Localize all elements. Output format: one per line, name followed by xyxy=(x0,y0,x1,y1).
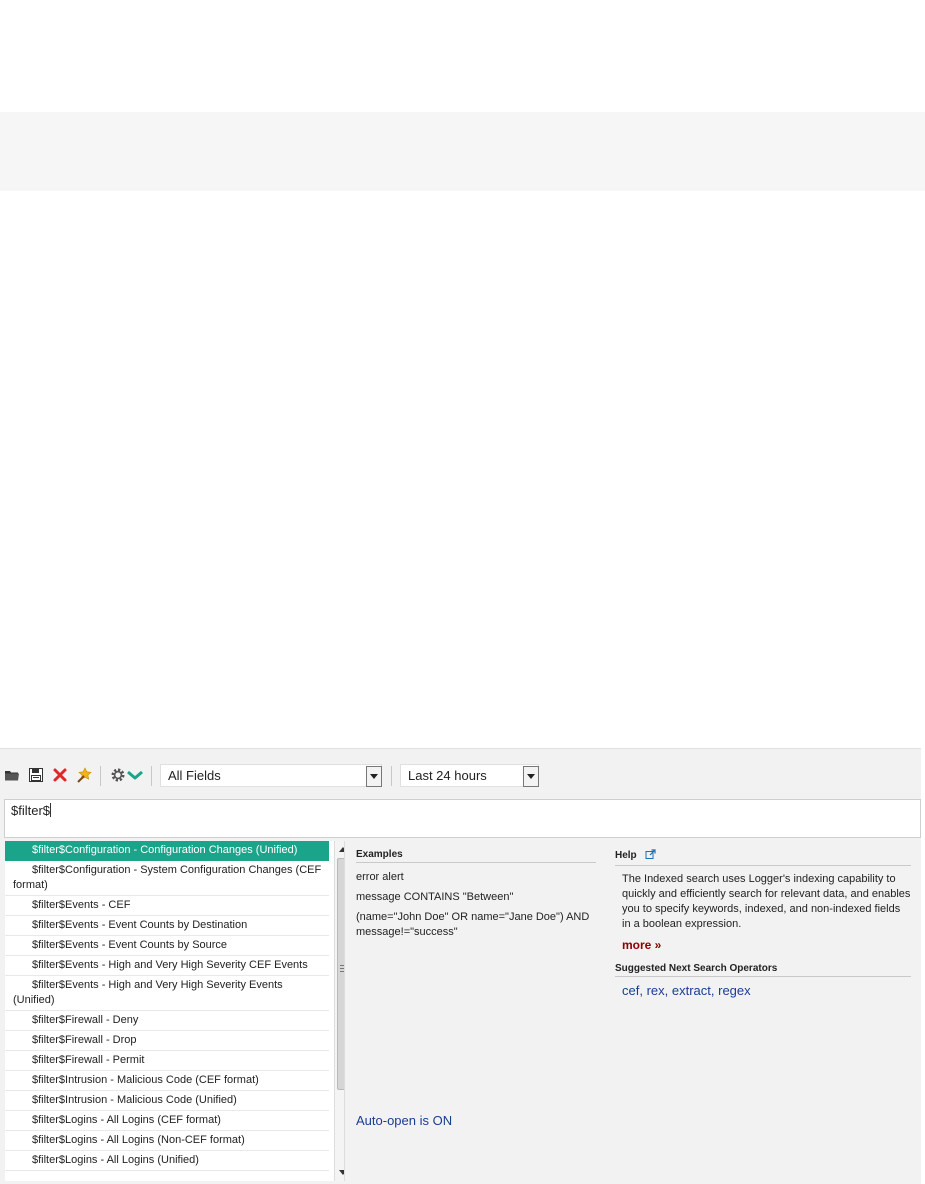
filter-list-item[interactable]: $filter$Events - High and Very High Seve… xyxy=(5,956,329,976)
scrollbar-thumb[interactable] xyxy=(337,858,344,1090)
field-select-arrow-icon[interactable] xyxy=(366,766,382,787)
filter-list-item[interactable]: $filter$Logins - All Logins (Unified) xyxy=(5,1151,329,1171)
filter-list-item[interactable]: $filter$Configuration - Configuration Ch… xyxy=(5,841,329,861)
scroll-up-icon[interactable] xyxy=(339,847,344,852)
filter-list-item[interactable]: $filter$Configuration - System Configura… xyxy=(5,861,329,896)
filter-list-item[interactable]: $filter$Firewall - Deny xyxy=(5,1011,329,1031)
search-panel: All Fields Last 24 hours $filter$ $filte… xyxy=(0,748,921,1184)
example-line: error alert xyxy=(356,871,404,883)
operator-link-extract[interactable]: extract xyxy=(672,983,711,998)
operator-link-cef[interactable]: cef xyxy=(622,983,639,998)
magic-wand-icon[interactable] xyxy=(76,767,94,783)
help-title-text: Help xyxy=(615,850,637,861)
help-description: The Indexed search uses Logger's indexin… xyxy=(622,873,911,930)
filter-list-item[interactable]: $filter$Events - Event Counts by Source xyxy=(5,936,329,956)
scroll-down-icon[interactable] xyxy=(339,1170,344,1175)
help-title: Help xyxy=(615,849,911,866)
list-scrollbar[interactable] xyxy=(334,841,344,1181)
example-line: (name="John Doe" OR name="Jane Doe") AND… xyxy=(356,911,590,938)
toolbar-separator xyxy=(100,766,101,786)
external-link-icon[interactable] xyxy=(645,849,657,863)
filter-list-item[interactable]: $filter$Intrusion - Malicious Code (Unif… xyxy=(5,1091,329,1111)
filter-list-item[interactable]: $filter$Intrusion - Malicious Code (CEF … xyxy=(5,1071,329,1091)
filter-list-item[interactable]: $filter$Events - High and Very High Seve… xyxy=(5,976,329,1011)
examples-section: Examples error alert message CONTAINS "B… xyxy=(356,849,596,940)
delete-icon[interactable] xyxy=(52,767,70,783)
operator-link-regex[interactable]: regex xyxy=(718,983,751,998)
search-query-text: $filter$ xyxy=(11,803,51,818)
field-select[interactable]: All Fields xyxy=(160,764,382,787)
time-range-value: Last 24 hours xyxy=(408,768,487,783)
example-line: message CONTAINS "Between" xyxy=(356,891,514,903)
open-folder-icon[interactable] xyxy=(4,767,22,783)
header-band xyxy=(0,112,925,191)
chevron-down-icon[interactable] xyxy=(126,767,144,783)
toolbar-separator xyxy=(391,766,392,786)
auto-open-status[interactable]: Auto-open is ON xyxy=(356,1113,452,1128)
toolbar-separator xyxy=(151,766,152,786)
filter-list-item[interactable]: $filter$Logins - All Logins (Non-CEF for… xyxy=(5,1131,329,1151)
search-toolbar: All Fields Last 24 hours xyxy=(0,749,921,799)
filter-list-item[interactable]: $filter$Logins - All Logins (CEF format) xyxy=(5,1111,329,1131)
search-query-input[interactable]: $filter$ xyxy=(4,799,921,838)
save-icon[interactable] xyxy=(28,767,46,783)
suggested-operators: cef, rex, extract, regex xyxy=(622,983,751,998)
more-link[interactable]: more » xyxy=(622,938,661,952)
filter-list-item[interactable]: $filter$Events - Event Counts by Destina… xyxy=(5,916,329,936)
time-range-select[interactable]: Last 24 hours xyxy=(400,764,539,787)
filter-list-item[interactable]: $filter$Events - CEF xyxy=(5,896,329,916)
filter-list-item[interactable]: $filter$Firewall - Permit xyxy=(5,1051,329,1071)
time-range-arrow-icon[interactable] xyxy=(523,766,539,787)
filter-suggestion-list[interactable]: $filter$Configuration - Configuration Ch… xyxy=(5,841,345,1181)
grip-icon xyxy=(340,965,344,972)
suggested-operators-title: Suggested Next Search Operators xyxy=(615,963,911,977)
help-section: Help The Indexed search uses Logger's in… xyxy=(615,849,911,998)
examples-title: Examples xyxy=(356,849,596,863)
filter-list-item[interactable]: $filter$Firewall - Drop xyxy=(5,1031,329,1051)
field-select-value: All Fields xyxy=(168,768,221,783)
text-caret xyxy=(50,803,52,817)
operator-link-rex[interactable]: rex xyxy=(647,983,665,998)
